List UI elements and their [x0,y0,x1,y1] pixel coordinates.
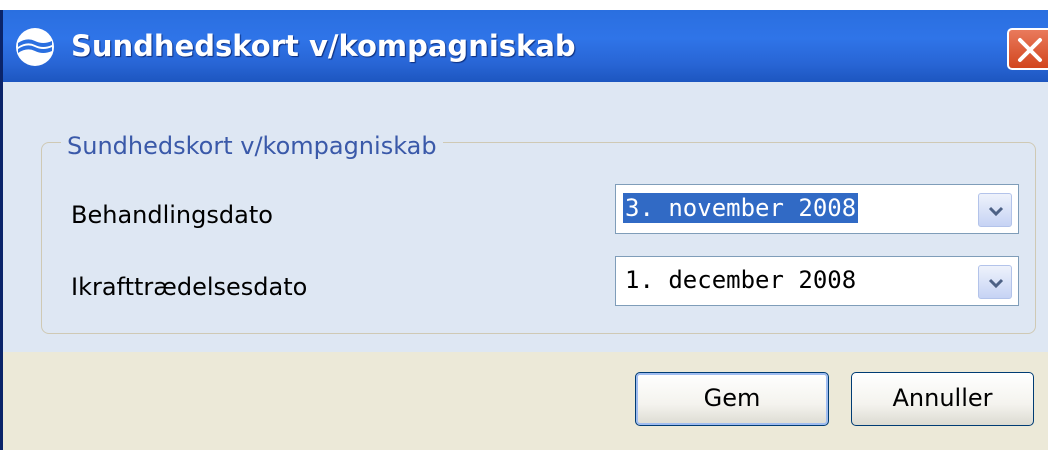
dialog-window: Sundhedskort v/kompagniskab Sundhedskort… [0,10,1048,450]
ikrafttraedelsesdato-dropdown-button[interactable] [978,265,1012,299]
window-title: Sundhedskort v/kompagniskab [71,29,576,63]
chevron-down-icon [988,206,1004,217]
ikrafttraedelsesdato-label: Ikrafttrædelsesdato [71,273,308,301]
close-icon [1018,38,1042,62]
save-button[interactable]: Gem [635,372,829,426]
behandlingsdato-value: 3. november 2008 [623,193,859,223]
cancel-button[interactable]: Annuller [851,372,1034,426]
ikrafttraedelsesdato-value: 1. december 2008 [625,266,857,294]
app-logo-icon [16,28,54,66]
chevron-down-icon [988,278,1004,289]
title-bar[interactable]: Sundhedskort v/kompagniskab [3,10,1048,82]
groupbox-legend: Sundhedskort v/kompagniskab [61,132,443,160]
dialog-content: Sundhedskort v/kompagniskab Behandlingsd… [3,82,1048,352]
behandlingsdato-dropdown[interactable]: 3. november 2008 [615,184,1019,234]
behandlingsdato-label: Behandlingsdato [71,201,273,229]
ikrafttraedelsesdato-dropdown[interactable]: 1. december 2008 [615,256,1019,306]
behandlingsdato-dropdown-button[interactable] [978,193,1012,227]
close-button[interactable] [1007,28,1048,70]
